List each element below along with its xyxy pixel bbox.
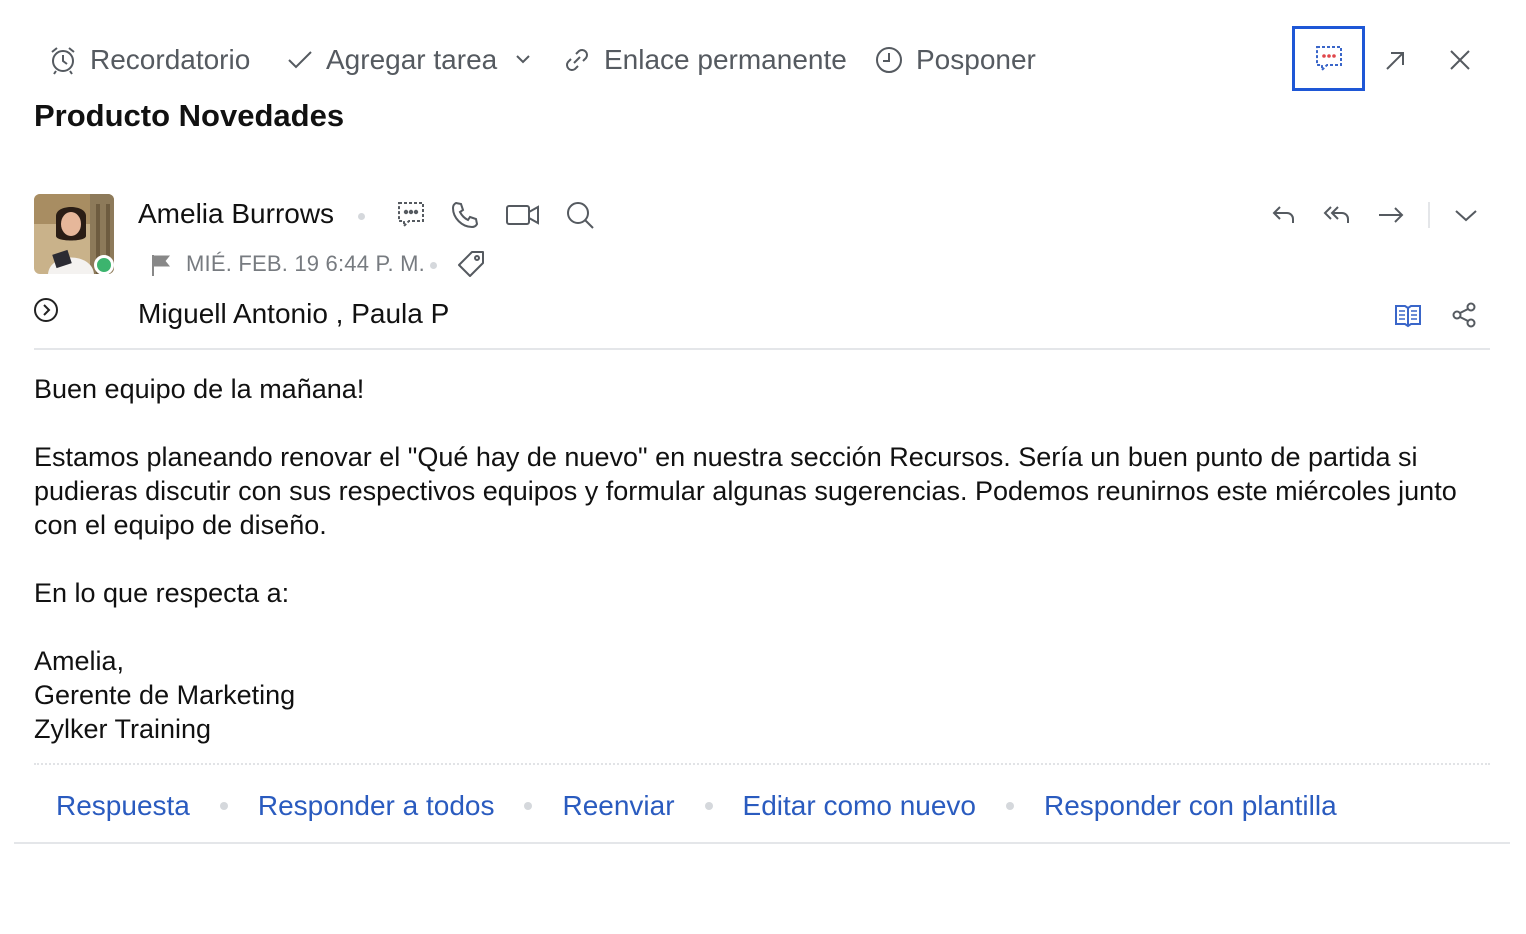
arrow-right-icon [1376,201,1406,229]
clock-icon [874,45,904,75]
reply-actions-bar: Respuesta Responder a todos Reenviar Edi… [56,786,1337,826]
thread-view-button[interactable] [1292,26,1365,91]
footer-divider [14,842,1510,844]
recipients-list[interactable]: Miguell Antonio , Paula P [138,298,449,330]
open-in-new-window-button[interactable] [1380,46,1410,76]
phone-icon [450,200,480,230]
add-task-button[interactable]: Agregar tarea [286,40,497,80]
body-divider [34,763,1490,765]
signature-company: Zylker Training [34,714,212,744]
alarm-clock-icon [48,45,78,75]
permalink-label: Enlace permanente [604,44,847,75]
share-button[interactable] [1448,300,1480,330]
reply-link[interactable]: Respuesta [56,790,190,822]
signature-title: Gerente de Marketing [34,680,296,710]
close-icon [1447,47,1473,73]
email-subject: Producto Novedades [34,98,345,133]
search-sender-button[interactable] [563,198,597,232]
chat-with-sender-button[interactable] [394,198,428,232]
checkmark-icon [286,46,314,74]
separator-dot [704,802,713,810]
separator-dot [430,262,437,269]
reminder-button[interactable]: Recordatorio [48,40,250,80]
action-divider [1428,202,1430,228]
call-sender-button[interactable] [448,198,482,232]
chat-bubble-icon [396,200,426,230]
permalink-button[interactable]: Enlace permanente [562,40,847,80]
signature-name: Amelia, [34,646,125,676]
open-book-icon [1393,301,1423,329]
snooze-label: Posponer [916,44,1036,75]
reply-with-template-link[interactable]: Responder con plantilla [1044,790,1337,822]
body-greeting: Buen equipo de la mañana! [34,374,365,404]
more-options-chevron-down-icon[interactable] [1450,200,1482,230]
sender-name[interactable]: Amelia Burrows [138,198,334,230]
forward-link[interactable]: Reenviar [562,790,674,822]
separator-dot [219,802,228,810]
header-divider [34,348,1490,350]
separator-dot [524,802,533,810]
arrow-up-right-icon [1382,48,1408,74]
reply-arrow-icon [1270,201,1298,229]
share-icon [1450,301,1478,329]
link-icon [562,45,592,75]
reminder-label: Recordatorio [90,44,251,75]
forward-icon-button[interactable] [1374,200,1408,230]
email-date: MIÉ. FEB. 19 6:44 P. M. [186,251,425,276]
body-paragraph: Estamos planeando renovar el "Qué hay de… [34,442,1457,540]
reply-all-link[interactable]: Responder a todos [258,790,495,822]
close-button[interactable] [1444,44,1476,76]
add-task-dropdown-chevron-down-icon[interactable] [512,48,534,70]
search-icon [565,200,595,230]
reply-all-arrow-icon [1321,201,1355,229]
add-task-label: Agregar tarea [326,44,498,75]
flag-icon [149,253,173,277]
video-call-button[interactable] [503,198,543,232]
separator-dot [1006,802,1015,810]
body-regards: En lo que respecta a: [34,578,290,608]
reply-all-icon-button[interactable] [1320,200,1356,230]
reading-mode-button[interactable] [1392,300,1424,330]
expand-details-button[interactable] [33,297,59,323]
video-camera-icon [504,200,542,230]
email-body: Buen equipo de la mañana! Estamos planea… [34,372,1484,746]
online-status-indicator [94,255,114,275]
tag-icon [455,249,487,281]
edit-as-new-link[interactable]: Editar como nuevo [743,790,976,822]
chevron-right-circle-icon [33,297,59,323]
tag-button[interactable] [454,248,488,282]
chat-bubble-icon [1313,43,1345,75]
snooze-button[interactable]: Posponer [874,40,1036,80]
flag-button[interactable] [148,252,174,278]
reply-icon-button[interactable] [1268,200,1300,230]
separator-dot [358,213,365,220]
